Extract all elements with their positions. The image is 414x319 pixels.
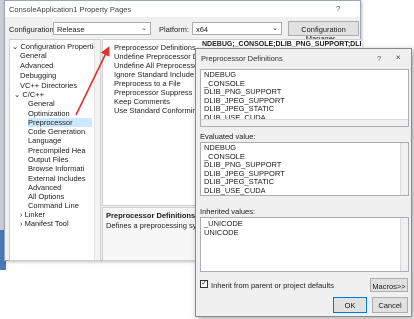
evaluated-line: DLIB_USE_CUDA [204, 185, 266, 195]
tree-item-configuration-properties[interactable]: ⌄ Configuration Properties ^ [12, 42, 100, 51]
inherited-vertical-scrollbar[interactable] [400, 218, 408, 271]
property-row[interactable]: Keep Comments [114, 97, 170, 106]
inherited-values-box: _UNICODE UNICODE [200, 217, 409, 272]
ok-button[interactable]: OK [333, 297, 367, 313]
configuration-label: Configuration: [9, 25, 56, 34]
tree-item[interactable]: Command Line [28, 201, 79, 210]
tree-item[interactable]: All Options [28, 192, 64, 201]
dialog-help-button[interactable]: ? [377, 54, 381, 63]
tree-item[interactable]: Code Generation [28, 127, 85, 136]
tree-item-preprocessor[interactable]: Preprocessor [28, 118, 92, 127]
title-bar: ConsoleApplication1 Property Pages ? [5, 1, 360, 17]
tree-item[interactable]: Browse Informati [28, 164, 84, 173]
tree-item-manifest-tool[interactable]: › Manifest Tool [20, 219, 69, 228]
tree-item[interactable]: General [28, 99, 55, 108]
cancel-button[interactable]: Cancel [372, 297, 408, 313]
tree-item-linker[interactable]: › Linker [20, 210, 45, 219]
configuration-row: Configuration: Release ⌄ Platform: x64 ⌄… [5, 19, 360, 43]
property-row[interactable]: Preprocessor Definitions [114, 43, 196, 52]
tree-item[interactable]: Advanced [28, 183, 61, 192]
tree-item[interactable]: Debugging [20, 71, 56, 80]
property-row[interactable]: Preprocess to a File [114, 79, 181, 88]
edit-horizontal-scrollbar[interactable] [201, 119, 408, 126]
inherited-line: UNICODE [204, 227, 239, 237]
configuration-value: Release [57, 25, 85, 34]
tree-item[interactable]: Precompiled Hea [28, 146, 86, 155]
tree-item[interactable]: Language [28, 136, 61, 145]
inherited-label: Inherited values: [200, 207, 256, 216]
tree-item[interactable]: Optimization [28, 109, 70, 118]
checkmark-icon: ✓ [201, 280, 207, 287]
property-tree: ⌄ Configuration Properties ^ General Adv… [9, 39, 101, 261]
definitions-edit-box[interactable]: NDEBUG _CONSOLE DLIB_PNG_SUPPORT DLIB_JP… [200, 69, 409, 127]
tree-item[interactable]: VC++ Directories [20, 81, 77, 90]
configuration-manager-button[interactable]: Configuration Manager... [288, 21, 359, 43]
macros-button[interactable]: Macros>> [370, 278, 408, 292]
close-icon[interactable]: × [396, 53, 401, 62]
description-title: Preprocessor Definitions [106, 211, 196, 220]
preprocessor-definitions-dialog: Preprocessor Definitions ? × NDEBUG _CON… [195, 48, 412, 317]
tree-item[interactable]: Advanced [20, 61, 53, 70]
chevron-down-icon: ⌄ [272, 25, 278, 32]
help-button[interactable]: ? [336, 4, 340, 13]
tree-item[interactable]: External Includes [28, 174, 86, 183]
dialog-title: Preprocessor Definitions [201, 54, 283, 63]
platform-combo[interactable]: x64 ⌄ [192, 22, 282, 35]
window-title: ConsoleApplication1 Property Pages [9, 5, 132, 14]
platform-value: x64 [196, 25, 209, 34]
tree-item[interactable]: General [20, 51, 47, 60]
evaluated-vertical-scrollbar[interactable] [400, 143, 408, 195]
chevron-down-icon: ⌄ [141, 25, 147, 32]
tree-item-c-cpp[interactable]: ⌄ C/C++ [14, 90, 44, 99]
tree-item[interactable]: Output Files [28, 155, 68, 164]
evaluated-label: Evaluated value: [200, 132, 256, 141]
inherit-checkbox[interactable]: ✓ [200, 280, 208, 288]
configuration-combo[interactable]: Release ⌄ [53, 22, 151, 35]
tree-scrollbar[interactable] [94, 40, 100, 260]
platform-label: Platform: [159, 25, 190, 34]
inherit-checkbox-label: Inherit from parent or project defaults [211, 281, 334, 290]
evaluated-value-box: NDEBUG _CONSOLE DLIB_PNG_SUPPORT DLIB_JP… [200, 142, 409, 196]
